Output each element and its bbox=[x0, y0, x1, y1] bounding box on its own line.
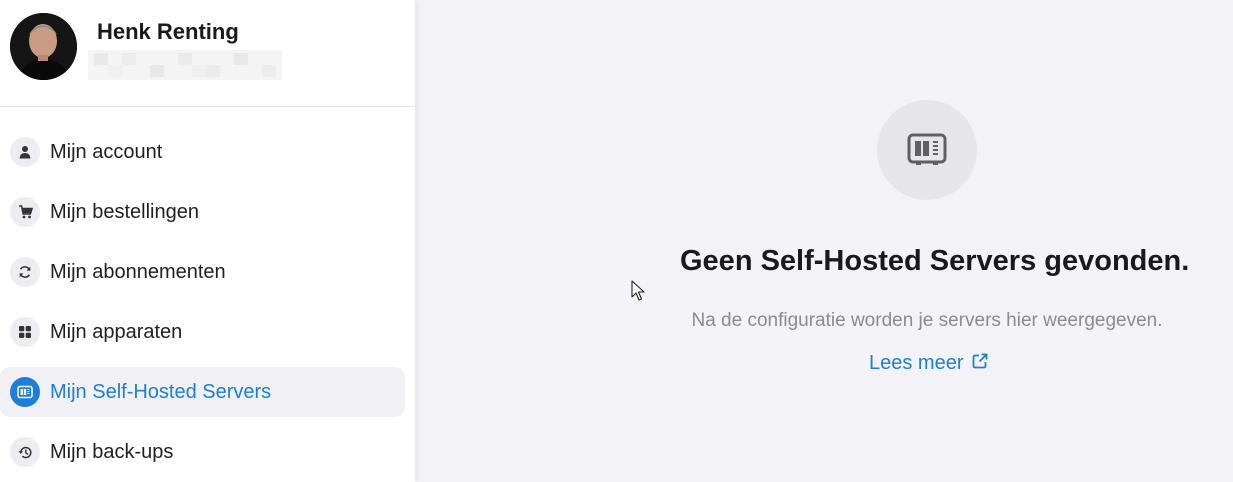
refresh-icon bbox=[10, 257, 40, 287]
cart-icon bbox=[10, 197, 40, 227]
grid-icon bbox=[10, 317, 40, 347]
sidebar-item-orders[interactable]: Mijn bestellingen bbox=[0, 187, 405, 237]
sidebar-item-label: Mijn apparaten bbox=[50, 320, 183, 343]
sidebar-item-label: Mijn abonnementen bbox=[50, 260, 226, 283]
mouse-cursor-icon bbox=[631, 280, 645, 307]
read-more-link[interactable]: Lees meer bbox=[869, 352, 988, 375]
server-icon bbox=[10, 377, 40, 407]
sidebar-item-label: Mijn back-ups bbox=[50, 440, 174, 463]
sidebar-item-label: Mijn account bbox=[50, 140, 163, 163]
sidebar-item-label: Mijn bestellingen bbox=[50, 200, 199, 223]
server-icon bbox=[877, 100, 977, 200]
history-icon bbox=[10, 437, 40, 467]
empty-state-title: Geen Self-Hosted Servers gevonden. bbox=[680, 245, 1190, 277]
main-content: Geen Self-Hosted Servers gevonden. Na de… bbox=[415, 0, 1233, 482]
sidebar-item-subscriptions[interactable]: Mijn abonnementen bbox=[0, 247, 405, 297]
user-email-redacted bbox=[88, 50, 282, 80]
sidebar-item-devices[interactable]: Mijn apparaten bbox=[0, 307, 405, 357]
read-more-label: Lees meer bbox=[869, 352, 964, 374]
sidebar-item-account[interactable]: Mijn account bbox=[0, 127, 405, 177]
external-link-icon bbox=[972, 352, 988, 375]
user-icon bbox=[10, 137, 40, 167]
empty-state-subtitle: Na de configuratie worden je servers hie… bbox=[691, 310, 1163, 331]
sidebar-item-backups[interactable]: Mijn back-ups bbox=[0, 427, 405, 477]
sidebar-item-label: Mijn Self-Hosted Servers bbox=[50, 380, 272, 403]
sidebar: Henk Renting Mijn account Mijn bestellin… bbox=[0, 0, 415, 482]
sidebar-item-self-hosted-servers[interactable]: Mijn Self-Hosted Servers bbox=[0, 367, 405, 417]
profile-header: Henk Renting bbox=[0, 0, 415, 107]
user-name: Henk Renting bbox=[97, 19, 239, 44]
avatar[interactable] bbox=[10, 13, 77, 80]
